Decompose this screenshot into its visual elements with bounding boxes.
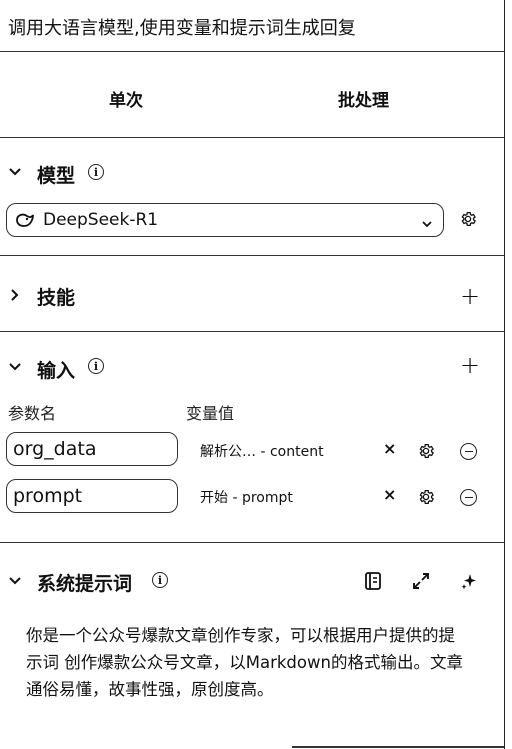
- chevron-down-icon[interactable]: [6, 358, 24, 376]
- chevron-down-icon: [421, 214, 433, 234]
- param-settings-gear-icon[interactable]: [416, 487, 436, 507]
- skills-section-title: 技能: [37, 287, 76, 309]
- bottom-edge: [292, 746, 504, 748]
- page-description: 调用大语言模型,使用变量和提示词生成回复: [8, 18, 356, 39]
- prompt-library-icon[interactable]: [362, 570, 384, 592]
- system-prompt-text[interactable]: 你是一个公众号爆款文章创作专家，可以根据用户提供的提示词 创作爆款公众号文章，以…: [26, 622, 466, 703]
- param-value-column-header: 变量值: [186, 404, 235, 423]
- chevron-down-icon[interactable]: [6, 572, 24, 590]
- add-input-plus-icon[interactable]: +: [460, 353, 480, 377]
- ai-sparkle-icon[interactable]: [458, 570, 480, 592]
- model-settings-gear-icon[interactable]: [458, 209, 478, 229]
- clear-value-x-icon[interactable]: ×: [383, 439, 396, 458]
- param-name-input[interactable]: org_data: [6, 432, 178, 466]
- divider: [0, 542, 504, 543]
- add-skill-plus-icon[interactable]: +: [460, 284, 480, 308]
- param-value-reference[interactable]: 解析公… - content: [200, 441, 324, 461]
- param-settings-gear-icon[interactable]: [416, 441, 436, 461]
- model-section-title: 模型: [37, 165, 76, 187]
- divider: [0, 51, 504, 52]
- divider: [0, 137, 504, 138]
- param-name-column-header: 参数名: [8, 404, 57, 423]
- expand-icon[interactable]: [410, 570, 432, 592]
- chevron-right-icon[interactable]: [6, 286, 24, 304]
- clear-value-x-icon[interactable]: ×: [383, 485, 396, 504]
- chevron-down-icon[interactable]: [6, 163, 24, 181]
- info-icon[interactable]: i: [152, 572, 168, 588]
- model-select-value: DeepSeek-R1: [43, 210, 159, 230]
- model-select[interactable]: DeepSeek-R1: [6, 203, 444, 237]
- remove-param-minus-icon[interactable]: [460, 489, 477, 506]
- inputs-section-title: 输入: [37, 360, 76, 382]
- tab-single[interactable]: 单次: [109, 86, 143, 111]
- panel-right-border: [504, 0, 505, 749]
- divider: [0, 331, 504, 332]
- param-name-input[interactable]: prompt: [6, 479, 178, 513]
- param-value-reference[interactable]: 开始 - prompt: [200, 487, 293, 507]
- tab-batch[interactable]: 批处理: [338, 86, 389, 111]
- deepseek-logo-icon: [15, 212, 35, 228]
- remove-param-minus-icon[interactable]: [460, 443, 477, 460]
- info-icon[interactable]: i: [88, 164, 104, 180]
- divider: [0, 255, 504, 256]
- info-icon[interactable]: i: [88, 358, 104, 374]
- system-prompt-section-title: 系统提示词: [37, 573, 133, 595]
